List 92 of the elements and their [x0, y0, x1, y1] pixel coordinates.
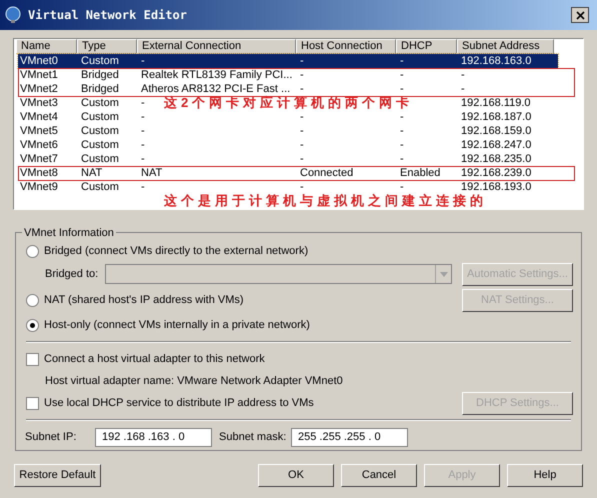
table-cell: Custom: [81, 181, 119, 193]
table-cell: Custom: [81, 125, 119, 137]
column-header[interactable]: Name: [16, 39, 77, 54]
caret-icon: [440, 272, 448, 276]
table-cell: -: [300, 111, 304, 123]
field-label: Subnet IP:: [25, 430, 78, 445]
checkbox[interactable]: [26, 396, 39, 410]
table-cell: -: [300, 83, 304, 95]
table-cell: -: [400, 181, 404, 193]
radio-button[interactable]: [26, 294, 39, 306]
checkbox-option[interactable]: Use local DHCP service to distribute IP address to VMs: [26, 391, 314, 415]
checkbox[interactable]: [26, 352, 39, 366]
table-cell: -: [400, 55, 404, 67]
radio-button[interactable]: [26, 244, 39, 258]
table-cell: -: [300, 181, 304, 193]
table-cell: Enabled: [400, 167, 440, 179]
table-cell: -: [461, 69, 465, 81]
table-cell: -: [141, 111, 145, 123]
checkbox-option[interactable]: Connect a host virtual adapter to this network: [26, 347, 571, 371]
table-cell: -: [141, 125, 145, 137]
table-cell: -: [141, 139, 145, 151]
table-cell: VMnet3: [20, 97, 58, 109]
annotation-text: 这2个网卡对应计算机的两个网卡: [164, 96, 414, 110]
table-cell: Bridged: [81, 83, 119, 95]
table-cell: 192.168.247.0: [461, 139, 532, 151]
table-cell: Bridged: [81, 69, 119, 81]
table-cell: -: [141, 181, 145, 193]
table-cell: -: [300, 153, 304, 165]
button[interactable]: Restore Default: [14, 464, 101, 487]
table-cell: NAT: [141, 167, 162, 179]
radio-option[interactable]: Bridged (connect VMs directly to the external network): [26, 241, 571, 261]
table-cell: VMnet7: [20, 153, 58, 165]
table-cell: -: [400, 153, 404, 165]
table-cell: -: [300, 125, 304, 137]
table-cell: Custom: [81, 97, 119, 109]
table-cell: Custom: [81, 55, 119, 67]
table-cell: -: [300, 69, 304, 81]
column-header[interactable]: External Connection: [137, 39, 296, 54]
button[interactable]: OK: [258, 464, 334, 487]
button[interactable]: Help: [507, 464, 583, 487]
table-cell: -: [141, 97, 145, 109]
button[interactable]: Cancel: [341, 464, 417, 487]
table-cell: VMnet2: [20, 83, 58, 95]
table-cell: -: [141, 153, 145, 165]
column-header[interactable]: Subnet Address: [457, 39, 554, 54]
table-cell: Atheros AR8132 PCI-E Fast ...: [141, 83, 290, 95]
adapter-name-text: Host virtual adapter name: VMware Network Adapter VMnet0: [45, 374, 343, 389]
table-cell: VMnet1: [20, 69, 58, 81]
table-cell: VMnet0: [20, 55, 58, 67]
selected-row[interactable]: VMnet0 Custom - - - 192.168.163.0: [18, 54, 558, 68]
column-header[interactable]: DHCP: [396, 39, 457, 54]
table-cell: 192.168.235.0: [461, 153, 532, 165]
close-button[interactable]: [571, 7, 589, 23]
table-cell: -: [300, 139, 304, 151]
table-cell: VMnet9: [20, 181, 58, 193]
radio-button[interactable]: [26, 318, 39, 332]
ip-field[interactable]: 192 .168 .163 . 0: [95, 428, 212, 446]
table-cell: -: [300, 55, 304, 67]
table-cell: NAT: [81, 167, 102, 179]
table-cell: -: [400, 83, 404, 95]
annotation-text: 这个是用于计算机与虚拟机之间建立连接的: [164, 194, 487, 208]
globe-icon: [4, 6, 22, 24]
close-icon: [576, 10, 584, 20]
radio-option[interactable]: Host-only (connect VMs internally in a private network): [26, 313, 571, 337]
table-cell: VMnet5: [20, 125, 58, 137]
table-cell: -: [400, 125, 404, 137]
table-cell: 192.168.163.0: [461, 55, 532, 67]
table-cell: 192.168.159.0: [461, 125, 532, 137]
table-cell: Custom: [81, 139, 119, 151]
column-header[interactable]: Type: [77, 39, 137, 54]
table-cell: 192.168.239.0: [461, 167, 532, 179]
table-cell: 192.168.187.0: [461, 111, 532, 123]
table-cell: -: [461, 83, 465, 95]
table-cell: VMnet6: [20, 139, 58, 151]
table-cell: VMnet4: [20, 111, 58, 123]
table-cell: Custom: [81, 111, 119, 123]
window-title: Virtual Network Editor: [28, 7, 187, 24]
table-cell: VMnet8: [20, 167, 58, 179]
table-cell: -: [400, 111, 404, 123]
table-cell: -: [400, 139, 404, 151]
table-cell: -: [141, 55, 145, 67]
table-cell: Custom: [81, 153, 119, 165]
column-header[interactable]: Host Connection: [296, 39, 396, 54]
radio-option[interactable]: NAT (shared host's IP address with VMs): [26, 290, 244, 310]
field-label: Subnet mask:: [219, 430, 288, 445]
field-label: Bridged to:: [45, 266, 100, 282]
table-cell: Realtek RTL8139 Family PCI...: [141, 69, 292, 81]
table-cell: 192.168.119.0: [461, 97, 531, 109]
table-cell: 192.168.193.0: [461, 181, 532, 193]
table-cell: Connected: [300, 167, 354, 179]
mask-field[interactable]: 255 .255 .255 . 0: [291, 428, 408, 446]
table-cell: -: [400, 69, 404, 81]
